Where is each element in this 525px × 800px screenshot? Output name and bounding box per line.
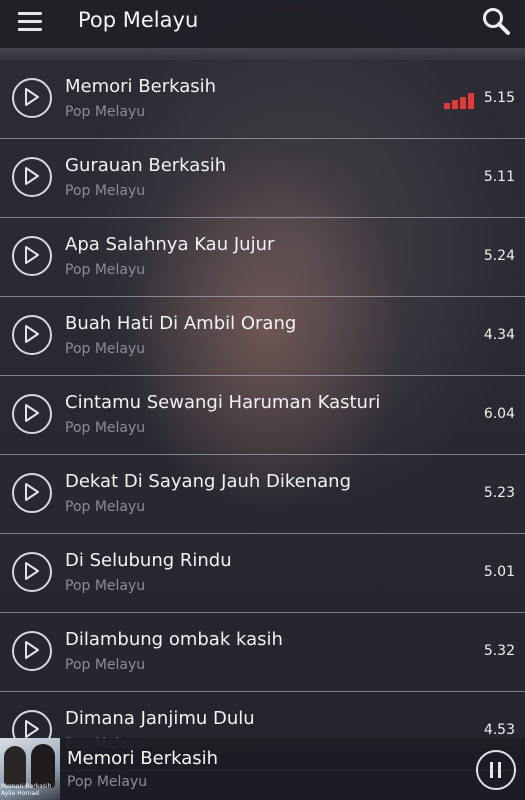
song-title: Cintamu Sewangi Haruman Kasturi <box>65 392 381 413</box>
song-artist: Pop Melayu <box>65 341 146 357</box>
song-artist: Pop Melayu <box>65 657 146 673</box>
song-row[interactable]: Dekat Di Sayang Jauh Dikenang Pop Melayu 5… <box>0 455 525 534</box>
play-icon[interactable] <box>12 552 52 592</box>
song-artist: Pop Melayu <box>65 420 146 436</box>
song-title: Dekat Di Sayang Jauh Dikenang <box>65 471 351 492</box>
song-title: Dimana Janjimu Dulu <box>65 708 255 729</box>
song-artist: Pop Melayu <box>65 578 146 594</box>
song-row[interactable]: Apa Salahnya Kau Jujur Pop Melayu 5.24 <box>0 218 525 297</box>
song-row[interactable]: Cintamu Sewangi Haruman Kasturi Pop Melay… <box>0 376 525 455</box>
song-list: Memori Berkasih Pop Melayu 5.15 Gurauan Ber… <box>0 60 525 771</box>
search-icon[interactable] <box>481 6 511 36</box>
play-icon[interactable] <box>12 394 52 434</box>
song-duration: 4.34 <box>483 327 515 343</box>
thumbnail-caption: Memori Berkasih Aylie Hornad <box>1 783 52 797</box>
hamburger-menu-icon[interactable] <box>18 12 42 32</box>
song-duration: 5.01 <box>483 564 515 580</box>
play-icon[interactable] <box>12 157 52 197</box>
equalizer-icon <box>444 93 474 109</box>
song-row[interactable]: Dilambung ombak kasih Pop Melayu 5.32 <box>0 613 525 692</box>
play-icon[interactable] <box>12 631 52 671</box>
album-thumbnail: Memori Berkasih Aylie Hornad <box>0 738 60 800</box>
song-title: Dilambung ombak kasih <box>65 629 283 650</box>
song-title: Gurauan Berkasih <box>65 155 227 176</box>
song-row[interactable]: Di Selubung Rindu Pop Melayu 5.01 <box>0 534 525 613</box>
page-title: Pop Melayu <box>78 8 199 32</box>
song-title: Buah Hati Di Ambil Orang <box>65 313 297 334</box>
song-duration: 5.15 <box>483 90 515 106</box>
song-title: Di Selubung Rindu <box>65 550 232 571</box>
song-artist: Pop Melayu <box>65 499 146 515</box>
now-playing-title: Memori Berkasih <box>67 748 219 769</box>
song-duration: 5.32 <box>483 643 515 659</box>
pause-icon[interactable] <box>476 750 516 790</box>
now-playing-bar[interactable]: Memori Berkasih Aylie Hornad Memori Berk… <box>0 738 525 800</box>
song-row[interactable]: Memori Berkasih Pop Melayu 5.15 <box>0 60 525 139</box>
song-artist: Pop Melayu <box>65 104 146 120</box>
play-icon[interactable] <box>12 473 52 513</box>
song-row[interactable]: Buah Hati Di Ambil Orang Pop Melayu 4.34 <box>0 297 525 376</box>
song-artist: Pop Melayu <box>65 262 146 278</box>
header-divider <box>0 48 525 60</box>
app-bar: Pop Melayu <box>0 0 525 48</box>
play-icon[interactable] <box>12 315 52 355</box>
song-row[interactable]: Gurauan Berkasih Pop Melayu 5.11 <box>0 139 525 218</box>
song-artist: Pop Melayu <box>65 183 146 199</box>
song-title: Apa Salahnya Kau Jujur <box>65 234 275 255</box>
song-duration: 5.24 <box>483 248 515 264</box>
song-duration: 4.53 <box>483 722 515 738</box>
now-playing-artist: Pop Melayu <box>67 774 148 790</box>
song-duration: 5.11 <box>483 169 515 185</box>
song-title: Memori Berkasih <box>65 76 217 97</box>
song-duration: 6.04 <box>483 406 515 422</box>
play-icon[interactable] <box>12 236 52 276</box>
play-icon[interactable] <box>12 78 52 118</box>
song-duration: 5.23 <box>483 485 515 501</box>
